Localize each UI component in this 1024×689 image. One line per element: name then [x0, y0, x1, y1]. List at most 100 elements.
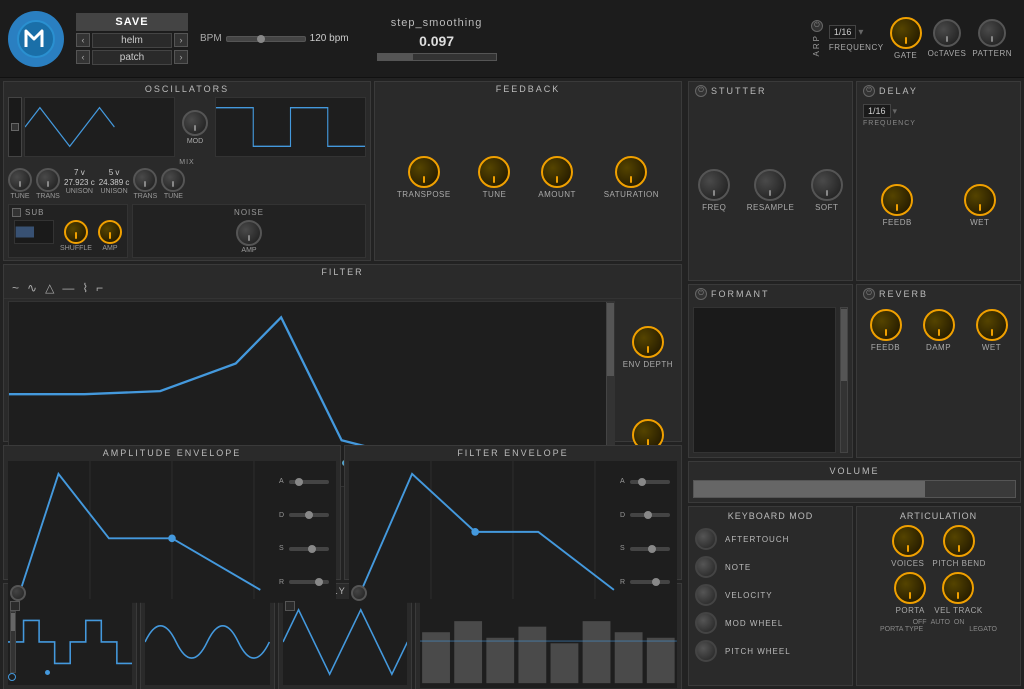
osc1-tune-knob[interactable]	[8, 168, 32, 192]
amp-env-reset-button[interactable]	[10, 585, 26, 601]
kb-note-btn[interactable]	[695, 556, 717, 578]
sub-amp-knob[interactable]	[98, 220, 122, 244]
filter-env-depth-knob[interactable]	[632, 326, 664, 358]
art-auto-label: AUTO	[931, 619, 950, 626]
kb-aftertouch-label: AFTERTOUCH	[725, 535, 789, 544]
kb-velocity-btn[interactable]	[695, 584, 717, 606]
arp-freq-arrow[interactable]: ▾	[858, 27, 863, 38]
amp-env-r-slider[interactable]	[289, 580, 329, 584]
kb-mod-wheel-btn[interactable]	[695, 612, 717, 634]
filter-env-s-label: S	[620, 545, 628, 552]
art-off-label: OFF	[913, 619, 927, 626]
kb-velocity-label: VELOCITY	[725, 591, 773, 600]
mono-lfo2-svg	[145, 599, 269, 685]
stutter-resample-knob[interactable]	[754, 169, 786, 201]
osc1-trans-knob[interactable]	[36, 168, 60, 192]
feedback-saturation-knob[interactable]	[615, 156, 647, 188]
nav-next-1[interactable]: ›	[174, 33, 188, 47]
feedback-saturation-group: SATURATION	[604, 156, 659, 199]
formant-header: ⏻ FORMANT	[689, 285, 852, 303]
osc-mod-knob[interactable]	[182, 110, 208, 136]
art-voices-knob[interactable]	[892, 525, 924, 557]
filter-shape-6[interactable]: ⌐	[96, 281, 103, 295]
osc-checkbox[interactable]	[11, 123, 19, 131]
kb-aftertouch-btn[interactable]	[695, 528, 717, 550]
filter-title: FILTER	[4, 265, 681, 278]
reverb-power-button[interactable]: ⏻	[863, 288, 875, 300]
delay-freq-arrow[interactable]: ▾	[893, 106, 898, 117]
arp-pattern-knob[interactable]	[978, 19, 1006, 47]
step-smoothing-bar[interactable]	[377, 53, 497, 61]
filter-env-r-slider[interactable]	[630, 580, 670, 584]
filter-shape-3[interactable]: △	[45, 281, 54, 295]
bpm-slider[interactable]	[226, 36, 306, 42]
poly-lfo-checkbox[interactable]	[285, 601, 295, 611]
sub-amp-label: AMP	[102, 245, 117, 252]
filter-env-r-label: R	[620, 579, 628, 586]
art-porta-knob[interactable]	[894, 572, 926, 604]
filter-shape-1[interactable]: ~	[12, 281, 19, 295]
osc1-trans-group: TRANS	[36, 168, 60, 200]
amp-env-s-slider[interactable]	[289, 547, 329, 551]
lfo1-vert-slider[interactable]	[10, 611, 16, 673]
amp-env-d-slider[interactable]	[289, 513, 329, 517]
noise-amp-knob[interactable]	[236, 220, 262, 246]
sub-checkbox[interactable]	[12, 208, 21, 217]
kb-aftertouch-row: AFTERTOUCH	[693, 525, 848, 553]
nav-prev-2[interactable]: ‹	[76, 50, 90, 64]
filter-env-d-slider[interactable]	[630, 513, 670, 517]
osc1-v-value: 7 v	[74, 168, 85, 177]
arp-octaves-knob[interactable]	[933, 19, 961, 47]
feedback-transpose-knob[interactable]	[408, 156, 440, 188]
stutter-soft-knob[interactable]	[811, 169, 843, 201]
sub-shuffle-group: SHUFFLE	[60, 220, 92, 252]
step-seq-display	[420, 599, 677, 688]
art-vel-track-knob[interactable]	[942, 572, 974, 604]
arp-gate-knob[interactable]	[890, 17, 922, 49]
formant-slider[interactable]	[840, 307, 848, 453]
reverb-feedb-group: FEEDB	[870, 309, 902, 352]
amp-env-s-label: S	[279, 545, 287, 552]
reverb-damp-knob[interactable]	[923, 309, 955, 341]
stutter-freq-knob[interactable]	[698, 169, 730, 201]
volume-bar[interactable]	[693, 480, 1016, 498]
delay-power-button[interactable]: ⏻	[863, 85, 875, 97]
osc-wave-svg	[25, 98, 174, 156]
amp-env-a-slider[interactable]	[289, 480, 329, 484]
feedback-amount-knob[interactable]	[541, 156, 573, 188]
filter-env-title: FILTER ENVELOPE	[345, 446, 681, 459]
filter-shape-5[interactable]: ⌇	[82, 281, 88, 295]
osc2-trans-knob[interactable]	[133, 168, 157, 192]
delay-feedb-knob[interactable]	[881, 184, 913, 216]
filter-env-s-slider[interactable]	[630, 547, 670, 551]
reverb-wet-knob[interactable]	[976, 309, 1008, 341]
art-pitch-bend-knob[interactable]	[943, 525, 975, 557]
art-voices-group: VOICES	[891, 525, 924, 568]
filter-env-section: FILTER ENVELOPE	[344, 445, 682, 580]
sub-shuffle-knob[interactable]	[64, 220, 88, 244]
nav-prev-1[interactable]: ‹	[76, 33, 90, 47]
save-nav-section: SAVE ‹ helm › ‹ patch ›	[76, 13, 188, 65]
delay-wet-knob[interactable]	[964, 184, 996, 216]
feedback-tune-knob[interactable]	[478, 156, 510, 188]
reverb-wet-label: WET	[982, 343, 1001, 352]
kb-pitch-wheel-btn[interactable]	[695, 640, 717, 662]
filter-shape-2[interactable]: ∿	[27, 281, 37, 295]
filter-env-reset-button[interactable]	[351, 585, 367, 601]
reverb-feedb-knob[interactable]	[870, 309, 902, 341]
bpm-label: BPM	[200, 33, 222, 44]
volume-fill	[694, 481, 925, 497]
save-button[interactable]: SAVE	[76, 13, 188, 31]
filter-shape-4[interactable]: —	[62, 281, 74, 295]
arp-power-button[interactable]: ⏻	[811, 20, 823, 32]
stutter-freq-group: FREQ	[698, 169, 730, 212]
mono-lfo2-display	[145, 599, 269, 685]
stutter-power-button[interactable]: ⏻	[695, 85, 707, 97]
filter-env-a-slider[interactable]	[630, 480, 670, 484]
step-smoothing-value: 0.097	[419, 33, 454, 49]
nav-next-2[interactable]: ›	[174, 50, 188, 64]
formant-power-button[interactable]: ⏻	[695, 288, 707, 300]
lfo1-shape-checkbox[interactable]	[10, 601, 20, 611]
osc2-tune-knob[interactable]	[161, 168, 185, 192]
feedback-tune-label: TUNE	[483, 190, 507, 199]
